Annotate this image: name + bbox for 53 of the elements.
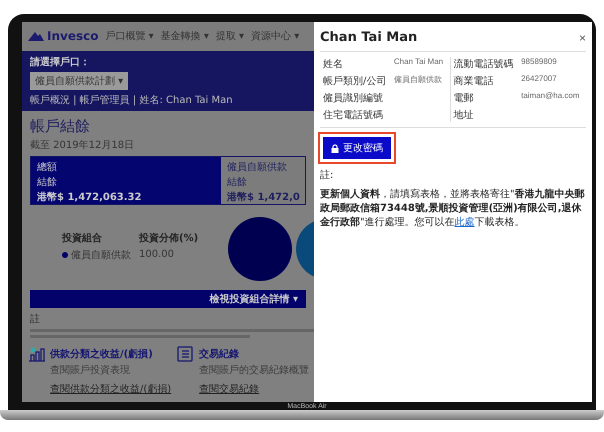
card-heading: 僱員自願供款 bbox=[227, 160, 288, 174]
logo[interactable]: Invesco bbox=[28, 29, 98, 44]
card-label: 結餘 bbox=[37, 176, 58, 189]
note-label: 註: bbox=[320, 168, 334, 182]
section-title: 供款分類之收益/(虧損) bbox=[50, 347, 154, 361]
nav-menu-item[interactable]: 基金轉換 ▾ bbox=[160, 29, 209, 44]
section-subtitle: 查閱賬戶投資表現 bbox=[50, 364, 131, 377]
document-icon bbox=[177, 346, 194, 362]
card-label: 結餘 bbox=[227, 176, 248, 189]
field-value: 僱員自願供款 bbox=[394, 74, 443, 86]
section-subtitle: 查閱賬戶的交易紀錄概覽 bbox=[199, 364, 310, 377]
balance-card[interactable]: 僱員自願供款 結餘 港幣$ 1,472,0 bbox=[221, 156, 305, 204]
note-paragraph: 更新個人資料，請填寫表格，並將表格寄往"香港九龍中央郵政局郵政信箱73448號,景順投資管理(亞洲)有限公司,退休金行政部"進行處理。您可以在此處下載表格。 bbox=[320, 188, 586, 230]
field-label: 住宅電話號碼 bbox=[323, 108, 384, 122]
balance-amount: 港幣$ 1,472,063.32 bbox=[37, 190, 142, 204]
nav-menu-item[interactable]: 提取 ▾ bbox=[216, 29, 244, 44]
field-value: 26427007 bbox=[521, 74, 558, 85]
field-label: 地址 bbox=[454, 108, 475, 122]
field-label: 僱員識別編號 bbox=[323, 92, 384, 105]
portfolio-details-bar[interactable]: 檢視投資組合詳情 ▾ bbox=[30, 290, 306, 308]
section-link[interactable]: 查閱交易紀錄 bbox=[199, 382, 310, 396]
field-label: 流動電話號碼 bbox=[454, 58, 515, 71]
field-label: 商業電話 bbox=[454, 74, 495, 88]
balance-card[interactable]: 總額 結餘 港幣$ 1,472,063.32 bbox=[31, 156, 221, 204]
legend-label: 僱員自願供款 bbox=[71, 248, 131, 262]
nav-menu-item[interactable]: 戶口概覽 ▾ bbox=[105, 29, 154, 44]
account-label: 請選擇戶口： bbox=[30, 56, 90, 69]
nav-menu-item[interactable]: 資源中心 ▾ bbox=[251, 29, 300, 44]
panel-title: Chan Tai Man bbox=[320, 30, 418, 45]
section-title: 交易紀錄 bbox=[199, 347, 240, 361]
card-heading: 總額 bbox=[37, 160, 58, 174]
field-value: Chan Tai Man bbox=[394, 57, 444, 68]
section-link[interactable]: 查閱供款分類之收益/(虧損) bbox=[50, 382, 172, 396]
account-dropdown[interactable]: 僱員自願供款計劃 ▾ bbox=[30, 72, 128, 90]
legend-heading: 投資分佈(%) bbox=[139, 232, 198, 245]
notes-label: 註 bbox=[30, 312, 41, 326]
lock-icon bbox=[331, 144, 339, 152]
breadcrumb: 帳戶概況 | 帳戶管理員 | 姓名: Chan Tai Man bbox=[30, 94, 233, 107]
as-of-date: 截至 2019年12月18日 bbox=[30, 138, 136, 152]
legend-heading: 投資組合 bbox=[62, 232, 103, 245]
field-label: 帳戶類別/公司 bbox=[323, 74, 388, 88]
close-button[interactable]: × bbox=[578, 30, 586, 44]
download-link[interactable]: 此處 bbox=[454, 217, 475, 228]
bar-chart-icon bbox=[28, 346, 46, 362]
field-label: 姓名 bbox=[323, 58, 344, 71]
change-password-button[interactable]: 更改密碼 bbox=[323, 137, 391, 159]
legend-value: 100.00 bbox=[139, 248, 175, 262]
field-value: 98589809 bbox=[521, 57, 558, 68]
balance-amount: 港幣$ 1,472,0 bbox=[227, 190, 299, 204]
field-label: 電郵 bbox=[454, 92, 475, 105]
logo-icon bbox=[28, 31, 44, 42]
field-value: taiman@ha.com bbox=[521, 91, 580, 102]
page-title: 帳戶結餘 bbox=[30, 116, 91, 136]
